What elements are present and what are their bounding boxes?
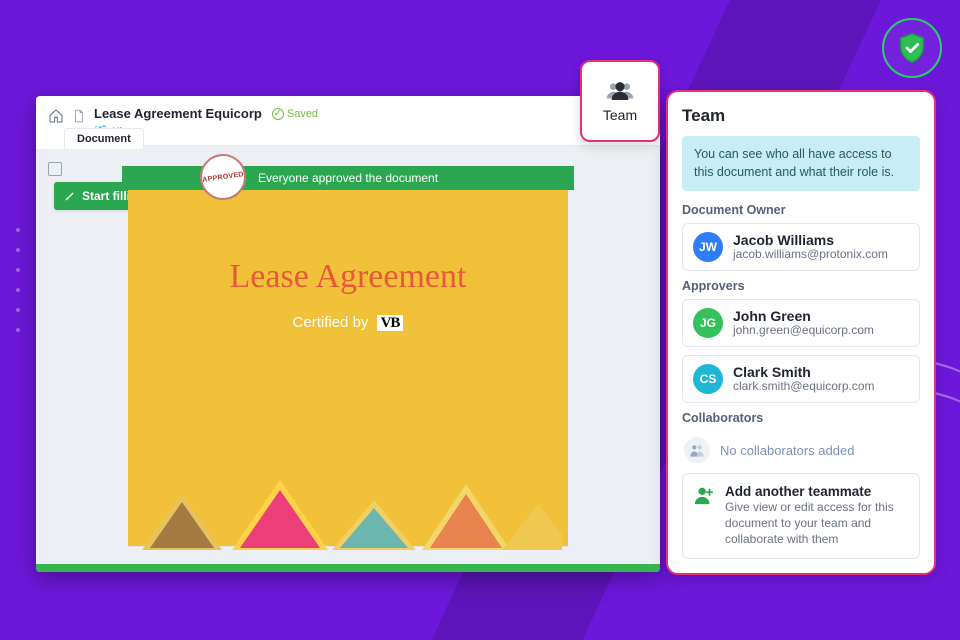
document-icon: [72, 107, 86, 125]
team-panel: Team You can see who all have access to …: [666, 90, 936, 575]
collaborators-empty: No collaborators added: [682, 431, 920, 473]
approval-banner-text: Everyone approved the document: [258, 171, 438, 185]
approver-email: clark.smith@equicorp.com: [733, 380, 875, 393]
owner-email: jacob.williams@protonix.com: [733, 248, 888, 261]
team-button[interactable]: Team: [580, 60, 660, 142]
approver-name: Clark Smith: [733, 365, 875, 380]
pencil-icon: [64, 190, 76, 202]
avatar: JW: [693, 232, 723, 262]
home-icon[interactable]: [48, 108, 64, 124]
approver-email: john.green@equicorp.com: [733, 324, 874, 337]
team-panel-title: Team: [682, 106, 920, 126]
section-owner-label: Document Owner: [682, 203, 920, 217]
tab-document[interactable]: Document: [64, 128, 144, 149]
avatar: JG: [693, 308, 723, 338]
saved-status: Saved: [272, 108, 318, 120]
approver-card[interactable]: CS Clark Smith clark.smith@equicorp.com: [682, 355, 920, 403]
owner-name: Jacob Williams: [733, 233, 888, 248]
team-button-label: Team: [603, 107, 637, 123]
add-teammate-desc: Give view or edit access for this docume…: [725, 499, 909, 548]
approver-name: John Green: [733, 309, 874, 324]
team-info-note: You can see who all have access to this …: [682, 136, 920, 191]
document-title: Lease Agreement Equicorp: [94, 106, 262, 121]
houses-illustration: [122, 460, 562, 550]
add-person-icon: [693, 484, 715, 548]
add-teammate-card[interactable]: Add another teammate Give view or edit a…: [682, 473, 920, 559]
tab-bar: Document: [36, 128, 144, 149]
document-canvas: Document Start filling Everyone approved…: [36, 146, 660, 572]
section-collaborators-label: Collaborators: [682, 411, 920, 425]
collaborators-empty-text: No collaborators added: [720, 443, 854, 458]
shield-check-icon: [895, 31, 929, 65]
certifier-logo: VB: [377, 315, 404, 331]
certified-by: Certified by VB: [128, 314, 568, 332]
certified-by-label: Certified by: [293, 314, 369, 331]
security-shield-badge: [882, 18, 942, 78]
approved-stamp: APPROVED: [197, 151, 249, 203]
section-approvers-label: Approvers: [682, 279, 920, 293]
owner-card[interactable]: JW Jacob Williams jacob.williams@protoni…: [682, 223, 920, 271]
team-icon: [605, 79, 635, 101]
minimap-toggle[interactable]: [48, 162, 62, 176]
collaborators-empty-icon: [684, 437, 710, 463]
approval-banner: Everyone approved the document: [122, 166, 574, 190]
add-teammate-title: Add another teammate: [725, 484, 909, 499]
bottom-strip: [36, 564, 660, 572]
document-page: Everyone approved the document APPROVED …: [128, 166, 568, 546]
document-window: Lease Agreement Equicorp Saved All Docum…: [36, 96, 660, 572]
avatar: CS: [693, 364, 723, 394]
page-title: Lease Agreement: [128, 258, 568, 296]
approver-card[interactable]: JG John Green john.green@equicorp.com: [682, 299, 920, 347]
